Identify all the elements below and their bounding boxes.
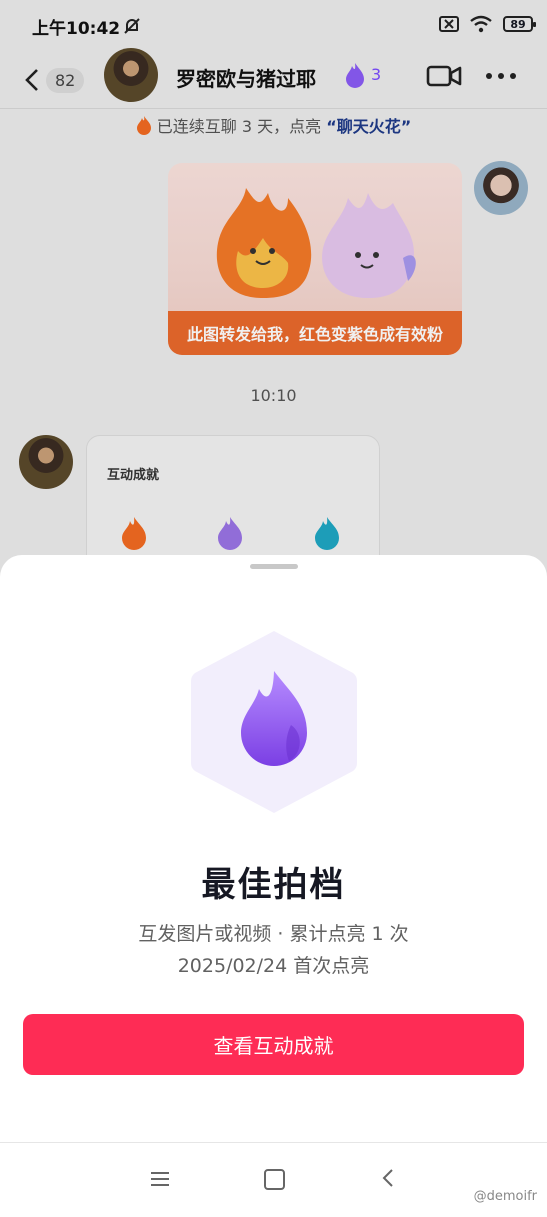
back-icon[interactable]: [381, 1168, 395, 1188]
achievement-title: 最佳拍档: [201, 865, 346, 905]
system-navigation-bar: @demoifr: [0, 1142, 547, 1217]
achievement-description: 互发图片或视频 · 累计点亮 1 次: [138, 923, 409, 945]
achievement-sheet: 最佳拍档 互发图片或视频 · 累计点亮 1 次 2025/02/24 首次点亮 …: [0, 555, 547, 1216]
drag-handle[interactable]: [250, 564, 298, 569]
menu-icon[interactable]: [150, 1171, 170, 1187]
purple-flame-badge-icon: [191, 631, 357, 813]
view-achievements-button[interactable]: 查看互动成就: [23, 1014, 524, 1075]
home-icon[interactable]: [264, 1169, 285, 1190]
achievement-date: 2025/02/24 首次点亮: [177, 955, 370, 977]
watermark: @demoifr: [473, 1189, 537, 1204]
